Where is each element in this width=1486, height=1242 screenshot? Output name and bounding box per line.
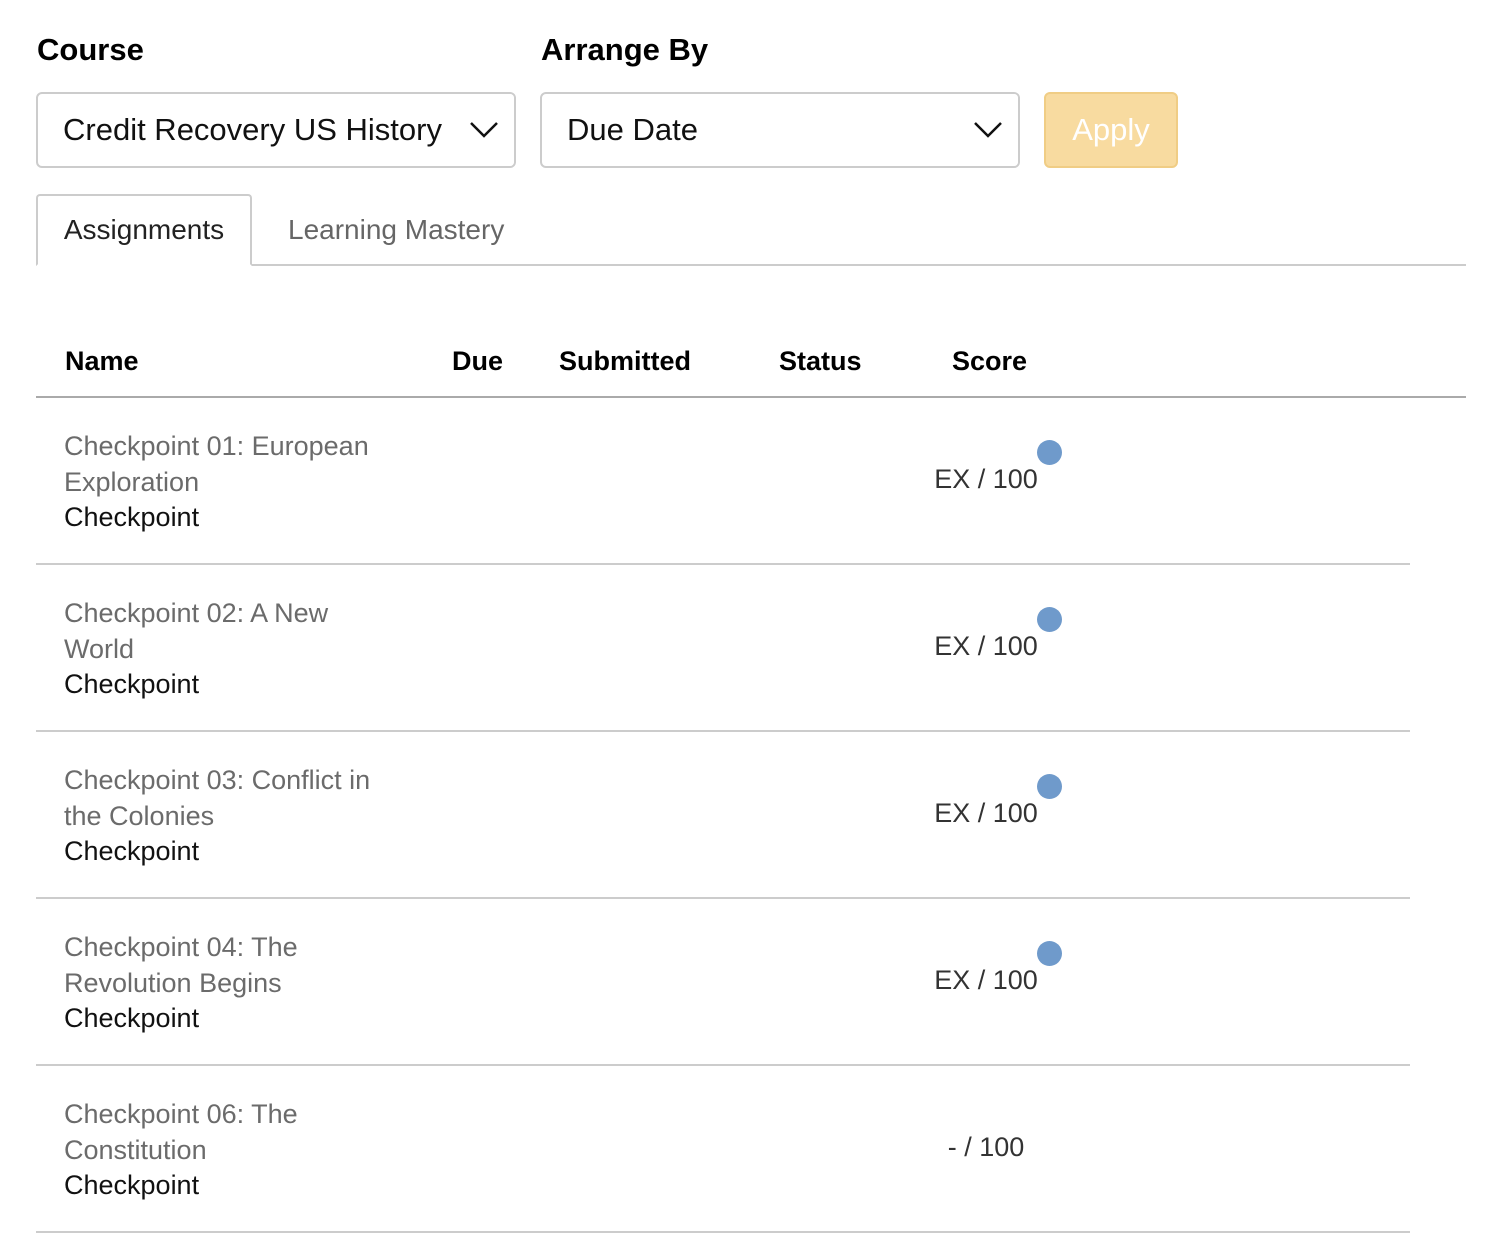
table-row: Checkpoint 01: European Exploration Chec… bbox=[36, 398, 1410, 565]
course-label: Course bbox=[37, 32, 144, 67]
assignment-name-link[interactable]: Checkpoint 01: European Exploration bbox=[64, 428, 404, 500]
assignment-type: Checkpoint bbox=[64, 669, 200, 699]
assignment-type: Checkpoint bbox=[64, 502, 200, 532]
column-header-status: Status bbox=[779, 346, 862, 376]
course-select-value: Credit Recovery US History bbox=[63, 112, 442, 147]
assignment-name-link[interactable]: Checkpoint 02: A New World bbox=[64, 595, 404, 667]
assignment-score: EX / 100 bbox=[934, 965, 1038, 995]
unread-indicator-icon bbox=[1037, 440, 1062, 465]
assignment-score: - / 100 bbox=[947, 1132, 1025, 1162]
assignment-type: Checkpoint bbox=[64, 836, 200, 866]
table-row: Checkpoint 03: Conflict in the Colonies … bbox=[36, 732, 1410, 899]
tab-assignments[interactable]: Assignments bbox=[36, 194, 252, 266]
column-header-name: Name bbox=[65, 346, 139, 376]
tab-learning-mastery[interactable]: Learning Mastery bbox=[288, 194, 504, 266]
unread-indicator-icon bbox=[1037, 774, 1062, 799]
arrange-by-select-value: Due Date bbox=[567, 112, 698, 147]
assignment-name-link[interactable]: Checkpoint 04: The Revolution Begins bbox=[64, 929, 404, 1001]
unread-indicator-icon bbox=[1037, 607, 1062, 632]
table-row: Checkpoint 04: The Revolution Begins Che… bbox=[36, 899, 1410, 1066]
assignment-score: EX / 100 bbox=[934, 631, 1038, 661]
table-row: Checkpoint 02: A New World Checkpoint EX… bbox=[36, 565, 1410, 732]
assignment-type: Checkpoint bbox=[64, 1170, 200, 1200]
assignment-score: EX / 100 bbox=[934, 464, 1038, 494]
column-header-due: Due bbox=[452, 346, 504, 376]
assignment-score: EX / 100 bbox=[934, 798, 1038, 828]
table-row: Checkpoint 06: The Constitution Checkpoi… bbox=[36, 1066, 1410, 1233]
assignment-name-link[interactable]: Checkpoint 03: Conflict in the Colonies bbox=[64, 762, 404, 834]
assignment-type: Checkpoint bbox=[64, 1003, 200, 1033]
arrange-by-label: Arrange By bbox=[541, 32, 709, 67]
course-select[interactable]: Credit Recovery US History bbox=[36, 92, 516, 168]
arrange-by-select[interactable]: Due Date bbox=[540, 92, 1020, 168]
column-header-score: Score bbox=[952, 346, 1028, 376]
chevron-down-icon bbox=[454, 94, 514, 166]
chevron-down-icon bbox=[958, 94, 1018, 166]
apply-button[interactable]: Apply bbox=[1044, 92, 1178, 168]
column-header-submitted: Submitted bbox=[559, 346, 691, 376]
assignment-name-link[interactable]: Checkpoint 06: The Constitution bbox=[64, 1096, 404, 1168]
unread-indicator-icon bbox=[1037, 941, 1062, 966]
